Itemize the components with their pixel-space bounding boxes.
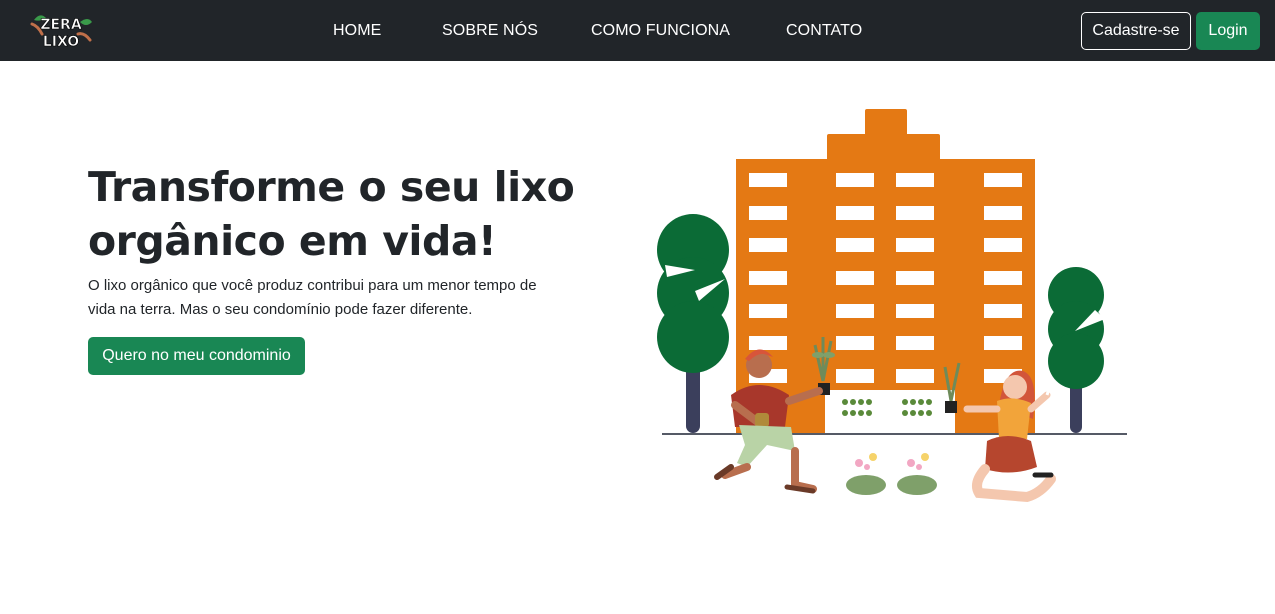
- building-garden-illustration: [657, 109, 1127, 503]
- hero-description: O lixo orgânico que você produz contribu…: [88, 277, 537, 318]
- nav-link-contato[interactable]: CONTATO: [786, 22, 862, 40]
- navbar: ZERA LIXO HOME SOBRE NÓS COMO FUNCIONA C…: [0, 0, 1275, 61]
- flower-bush-icon: [846, 453, 937, 495]
- nav-link-home[interactable]: HOME: [333, 22, 381, 40]
- nav-link-sobre-nos[interactable]: SOBRE NÓS: [442, 22, 538, 40]
- login-button[interactable]: Login: [1196, 12, 1260, 50]
- tree-icon: [657, 214, 729, 433]
- signup-button[interactable]: Cadastre-se: [1081, 12, 1191, 50]
- hero-title: Transforme o seu lixo orgânico em vida!: [88, 163, 575, 265]
- nav-link-como-funciona[interactable]: COMO FUNCIONA: [591, 22, 730, 40]
- tree-icon: [1048, 267, 1105, 433]
- cta-button[interactable]: Quero no meu condominio: [88, 337, 305, 375]
- building-icon: [736, 109, 1035, 435]
